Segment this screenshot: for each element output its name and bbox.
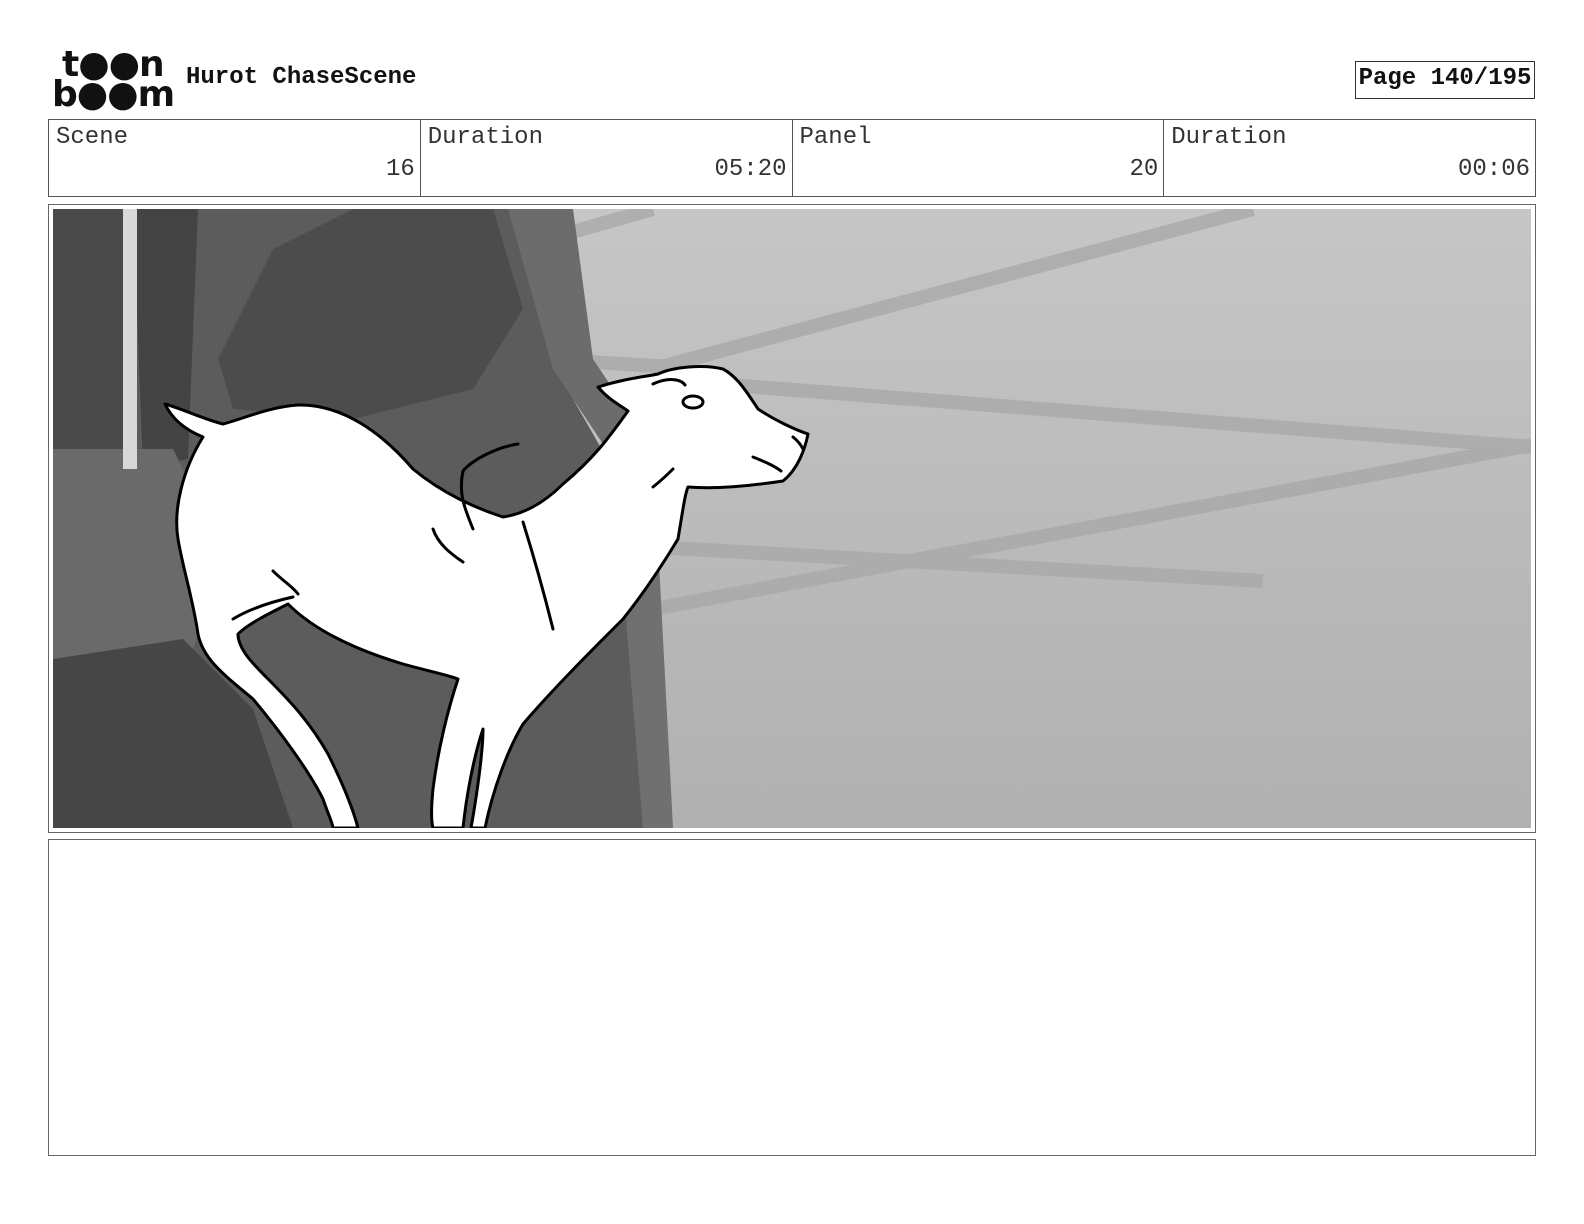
panel-drawing [53, 209, 1531, 828]
panel-duration-label: Duration [1171, 124, 1287, 151]
panel-cell: Panel 20 [793, 120, 1165, 196]
scene-label: Scene [56, 124, 129, 151]
scene-value: 16 [385, 156, 415, 183]
panel-duration-cell: Duration 00:06 [1164, 120, 1535, 196]
scene-cell: Scene 16 [49, 120, 421, 196]
scene-duration-label: Duration [427, 124, 543, 151]
scene-duration-cell: Duration 05:20 [421, 120, 793, 196]
logo-line-2: b●●m [52, 74, 175, 115]
scene-info-table: Scene 16 Duration 05:20 Panel 20 Duratio… [48, 119, 1536, 197]
project-title: Hurot ChaseScene [186, 64, 417, 91]
notes-text [49, 840, 1535, 856]
panel-image-frame [48, 204, 1536, 833]
panel-duration-value: 00:06 [1457, 156, 1530, 183]
page-indicator: Page 140/195 [1355, 61, 1535, 99]
panel-value: 20 [1129, 156, 1159, 183]
panel-notes-area [48, 839, 1536, 1156]
scene-duration-value: 05:20 [714, 156, 787, 183]
toon-boom-logo: t●●n b●●m [52, 47, 175, 113]
panel-label: Panel [799, 124, 872, 151]
